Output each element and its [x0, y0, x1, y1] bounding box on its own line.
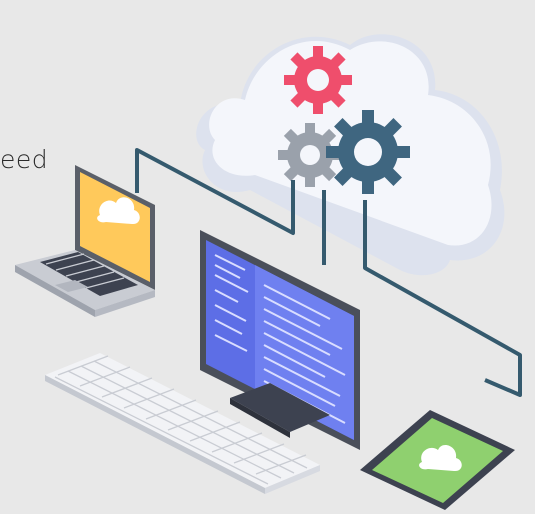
tablet — [360, 410, 515, 510]
gear-icon — [326, 110, 410, 194]
gear-icon — [284, 46, 352, 114]
cloud-computing-illustration — [15, 34, 522, 510]
laptop — [15, 165, 155, 317]
